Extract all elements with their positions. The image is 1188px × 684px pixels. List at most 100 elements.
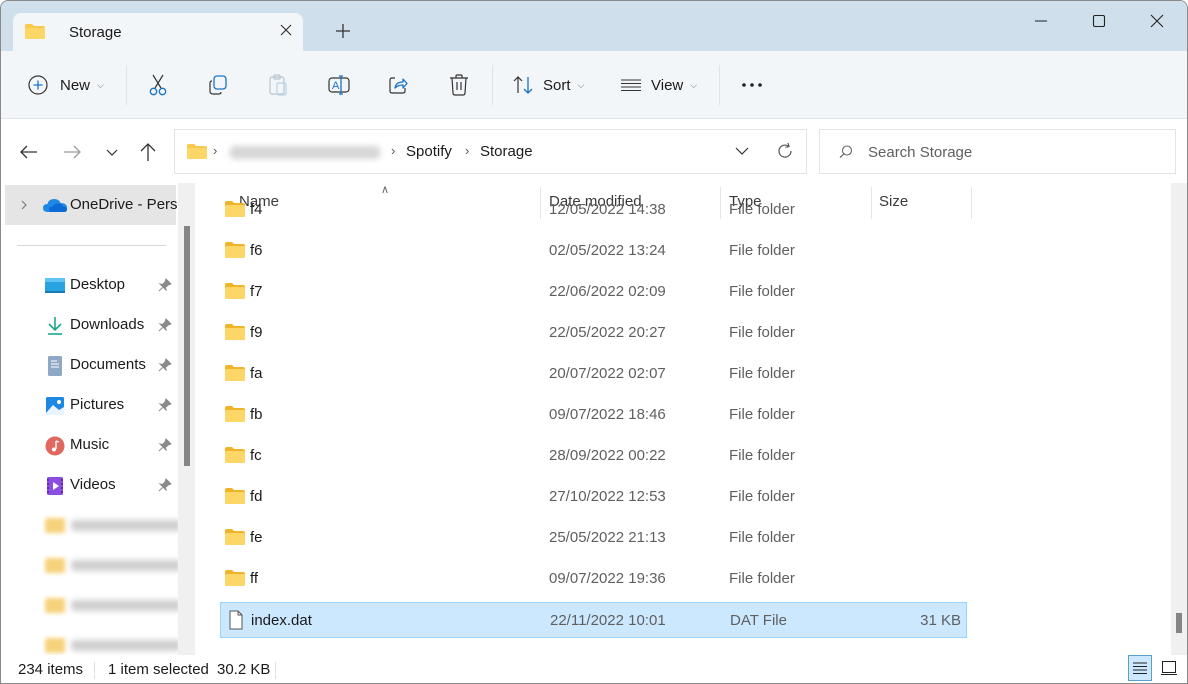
nav-item-videos[interactable]: Videos — [1, 467, 178, 503]
pin-icon[interactable] — [158, 318, 172, 332]
file-type: File folder — [729, 447, 795, 464]
file-date: 12/05/2022 14:38 — [549, 201, 666, 218]
more-options-button[interactable] — [741, 71, 765, 99]
file-date: 09/07/2022 19:36 — [549, 570, 666, 587]
close-tab-icon[interactable] — [277, 21, 295, 39]
plus-circle-icon — [28, 75, 48, 95]
column-divider[interactable] — [971, 187, 972, 219]
tab-storage[interactable]: Storage — [13, 13, 303, 53]
file-name: fe — [250, 529, 263, 546]
nav-item-blurred[interactable] — [45, 515, 178, 535]
file-name: fa — [250, 365, 263, 382]
cut-button[interactable] — [147, 71, 169, 99]
sort-icon — [513, 76, 533, 94]
pin-icon[interactable] — [158, 278, 172, 292]
chevron-down-icon: ⌵ — [577, 79, 585, 90]
file-type: File folder — [729, 324, 795, 341]
file-type: File folder — [729, 242, 795, 259]
file-type: File folder — [729, 365, 795, 382]
file-row-folder[interactable]: fd 27/10/2022 12:53 File folder — [220, 479, 967, 515]
sort-button[interactable]: Sort ⌵ — [512, 71, 584, 99]
folder-icon — [225, 324, 245, 340]
file-row-folder[interactable]: f6 02/05/2022 13:24 File folder — [220, 233, 967, 269]
maximize-icon — [1092, 14, 1106, 28]
paste-button[interactable] — [267, 71, 289, 99]
file-date: 20/07/2022 02:07 — [549, 365, 666, 382]
pin-icon[interactable] — [158, 438, 172, 452]
refresh-icon[interactable] — [775, 141, 795, 161]
expand-chevron-icon[interactable] — [19, 199, 29, 211]
search-box[interactable] — [819, 129, 1176, 174]
file-row-folder[interactable]: fe 25/05/2022 21:13 File folder — [220, 520, 967, 556]
pin-icon[interactable] — [158, 478, 172, 492]
minimize-button[interactable] — [1018, 7, 1064, 35]
address-bar[interactable]: › › Spotify › Storage — [174, 129, 807, 174]
folder-icon — [225, 406, 245, 422]
sort-label: Sort — [543, 76, 571, 94]
nav-item-blurred[interactable] — [45, 555, 178, 575]
nav-label: Music — [70, 436, 110, 453]
rename-button[interactable]: A — [327, 71, 351, 99]
pin-icon[interactable] — [158, 358, 172, 372]
search-input[interactable] — [868, 140, 1158, 164]
details-view-button[interactable] — [1128, 655, 1152, 681]
nav-item-pictures[interactable]: Pictures — [1, 387, 178, 423]
large-icons-view-button[interactable] — [1157, 655, 1181, 681]
minimize-icon — [1035, 20, 1047, 22]
forward-icon[interactable] — [61, 141, 83, 163]
folder-icon — [225, 283, 245, 299]
breadcrumb-separator-icon: › — [213, 143, 218, 158]
file-date: 27/10/2022 12:53 — [549, 488, 666, 505]
folder-icon — [225, 242, 245, 258]
file-list-scrollbar[interactable] — [1171, 183, 1187, 655]
nav-item-desktop[interactable]: Desktop — [1, 267, 178, 303]
folder-icon — [187, 144, 207, 159]
nav-item-downloads[interactable]: Downloads — [1, 307, 178, 343]
close-window-button[interactable] — [1134, 7, 1180, 35]
back-icon[interactable] — [18, 141, 40, 163]
breadcrumb-spotify[interactable]: Spotify — [406, 143, 452, 160]
nav-item-music[interactable]: Music — [1, 427, 178, 463]
file-row-folder[interactable]: f7 22/06/2022 02:09 File folder — [220, 274, 967, 310]
new-label: New — [60, 76, 91, 94]
file-row-file[interactable]: index.dat 22/11/2022 10:01 DAT File 31 KB — [220, 602, 967, 638]
nav-item-documents[interactable]: Documents — [1, 347, 178, 383]
view-button[interactable]: View ⌵ — [620, 71, 697, 99]
recent-locations-chevron-icon[interactable] — [101, 141, 123, 163]
file-date: 22/05/2022 20:27 — [549, 324, 666, 341]
toolbar-divider — [719, 65, 720, 105]
file-size: 31 KB — [920, 612, 961, 629]
up-icon[interactable] — [137, 141, 159, 163]
nav-pane-scrollbar-thumb[interactable] — [184, 226, 190, 466]
file-list-scrollbar-thumb[interactable] — [1176, 613, 1182, 633]
file-date: 22/06/2022 02:09 — [549, 283, 666, 300]
large-icons-view-icon — [1161, 661, 1177, 675]
breadcrumb-storage[interactable]: Storage — [480, 143, 533, 160]
file-row-folder[interactable]: fc 28/09/2022 00:22 File folder — [220, 438, 967, 474]
delete-button[interactable] — [448, 71, 470, 99]
folder-icon — [45, 518, 65, 533]
blurred-label — [71, 600, 178, 611]
file-row-folder[interactable]: f4 12/05/2022 14:38 File folder — [220, 192, 967, 228]
file-row-folder[interactable]: fb 09/07/2022 18:46 File folder — [220, 397, 967, 433]
new-button[interactable]: New ⌵ — [27, 71, 104, 99]
file-date: 02/05/2022 13:24 — [549, 242, 666, 259]
address-history-chevron-icon[interactable] — [733, 142, 751, 160]
breadcrumb-blurred[interactable] — [230, 146, 380, 159]
file-row-folder[interactable]: f9 22/05/2022 20:27 File folder — [220, 315, 967, 351]
nav-item-blurred[interactable] — [45, 595, 178, 615]
svg-text:A: A — [332, 80, 340, 92]
onedrive-cloud-icon — [43, 199, 67, 212]
pin-icon[interactable] — [158, 398, 172, 412]
file-name: f9 — [250, 324, 263, 341]
file-row-folder[interactable]: fa 20/07/2022 02:07 File folder — [220, 356, 967, 392]
share-button[interactable] — [387, 71, 409, 99]
new-tab-icon[interactable] — [333, 21, 353, 41]
file-type: File folder — [729, 283, 795, 300]
selection-status: 1 item selected — [108, 661, 209, 678]
maximize-button[interactable] — [1076, 7, 1122, 35]
file-row-folder[interactable]: ff 09/07/2022 19:36 File folder — [220, 561, 967, 597]
nav-item-blurred[interactable] — [45, 635, 178, 655]
copy-button[interactable] — [207, 71, 229, 99]
nav-item-onedrive[interactable]: OneDrive - Perso — [5, 185, 178, 225]
